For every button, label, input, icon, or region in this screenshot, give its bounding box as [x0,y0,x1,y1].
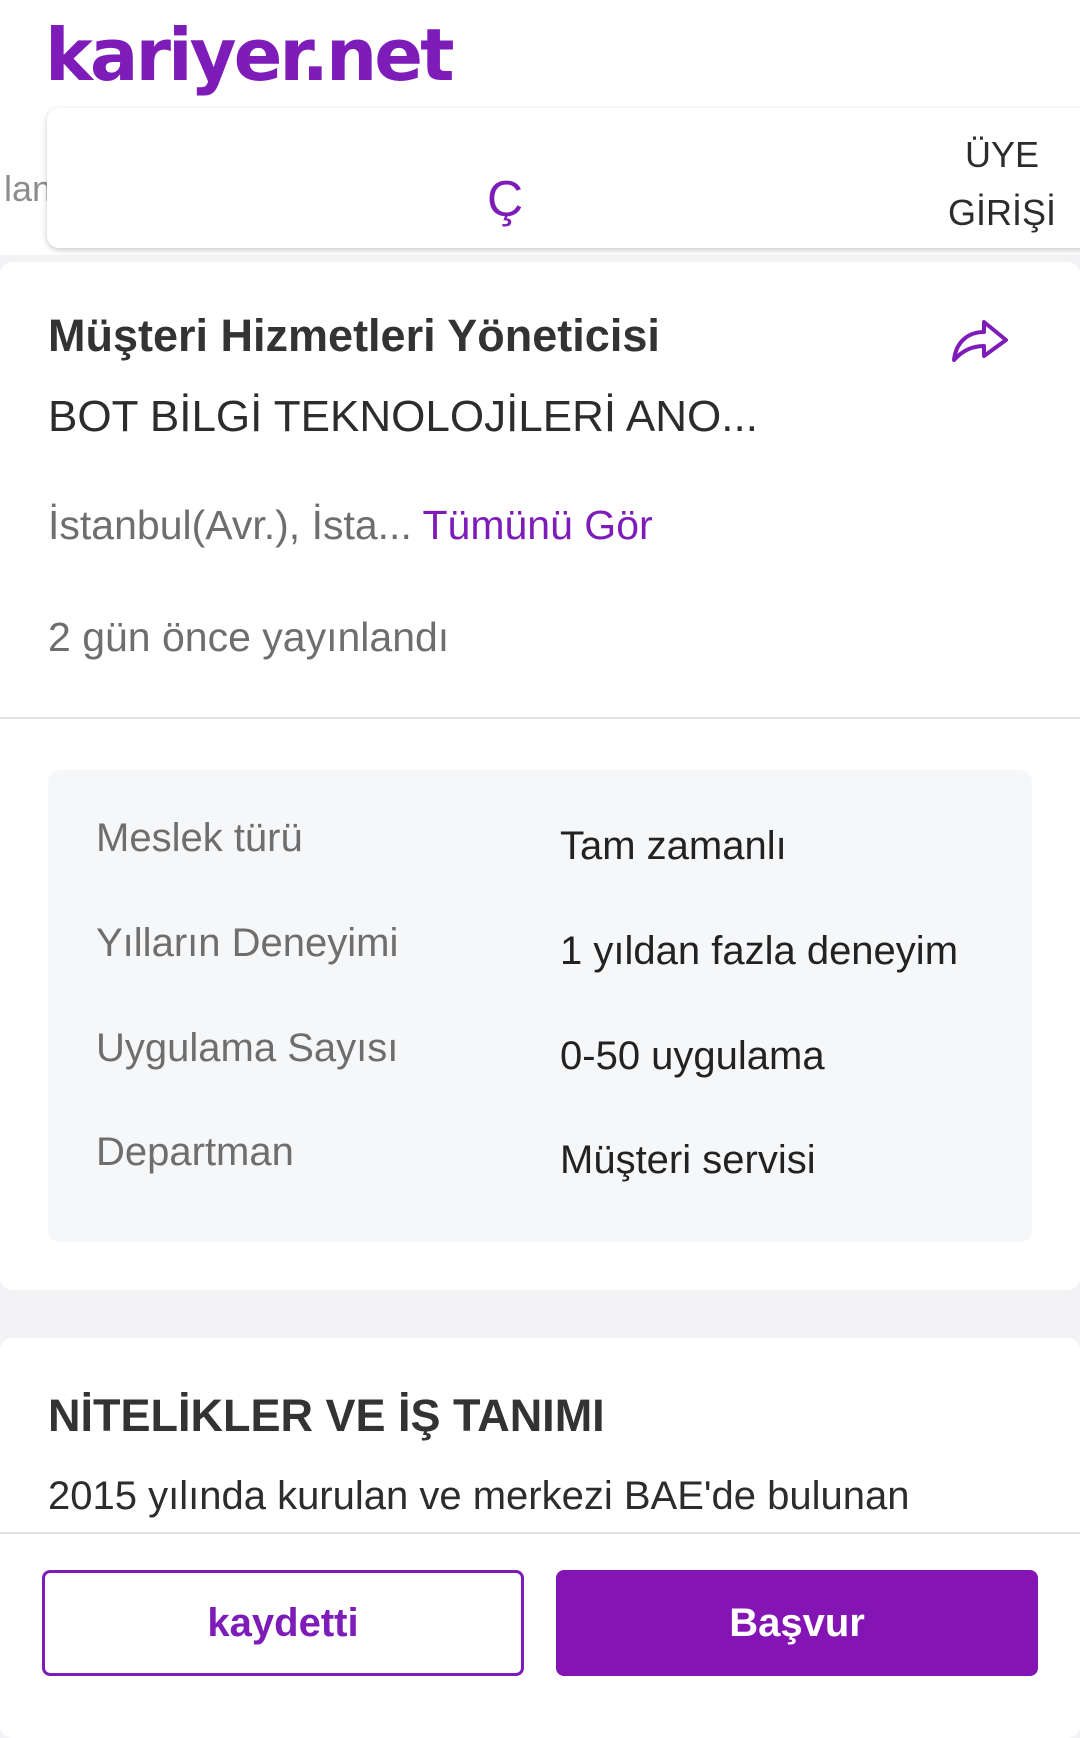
detail-label: Meslek türü [96,816,303,860]
menu-peek-text[interactable]: lan [4,168,52,210]
detail-row-applications: Uygulama Sayısı 0-50 uygulama [48,1026,1032,1086]
posted-date: 2 gün önce yayınlandı [48,614,450,660]
apply-button[interactable]: Başvur [556,1570,1038,1676]
location-text: İstanbul(Avr.), İsta... [48,502,412,548]
member-login-label-line2: GİRİŞİ [947,192,1057,233]
job-summary-card: Müşteri Hizmetleri Yöneticisi BOT BİLGİ … [0,262,1080,1290]
detail-row-department: Departman Müşteri servisi [48,1130,1032,1190]
job-title: Müşteri Hizmetleri Yöneticisi [48,310,660,361]
detail-label: Yılların Deneyimi [96,921,399,965]
detail-label: Departman [96,1130,294,1174]
job-details-box: Meslek türü Tam zamanlı Yılların Deneyim… [48,770,1032,1242]
detail-value: Tam zamanlı [560,824,787,868]
detail-label: Uygulama Sayısı [96,1026,399,1070]
member-login-label-line1: ÜYE [964,134,1040,175]
description-text: 2015 yılında kurulan ve merkezi BAE'de b… [48,1474,910,1518]
company-name[interactable]: BOT BİLGİ TEKNOLOJİLERİ ANO... [48,392,758,442]
detail-value: 1 yıldan fazla deneyim [560,929,959,973]
detail-value: 0-50 uygulama [560,1034,825,1078]
nav-item-partial[interactable]: Ç [487,170,523,228]
app-header: kariyer.net lan Ç ÜYE GİRİŞİ [0,0,1080,255]
share-icon[interactable] [950,316,1010,366]
kariyer-logo[interactable]: kariyer.net [45,10,455,100]
detail-value: Müşteri servisi [560,1138,816,1182]
detail-row-experience: Yılların Deneyimi 1 yıldan fazla deneyim [48,921,1032,981]
job-location: İstanbul(Avr.), İsta... Tümünü Gör [48,502,653,549]
save-button[interactable]: kaydetti [42,1570,524,1676]
detail-row-job-type: Meslek türü Tam zamanlı [48,816,1032,876]
member-login-button[interactable]: ÜYE GİRİŞİ [937,126,1067,242]
section-title: NİTELİKLER VE İŞ TANIMI [48,1390,605,1441]
top-nav-card: Ç ÜYE GİRİŞİ [47,108,1080,248]
see-all-locations-link[interactable]: Tümünü Gör [423,502,653,548]
bottom-action-bar: kaydetti Başvur [0,1532,1080,1692]
divider [0,717,1080,719]
